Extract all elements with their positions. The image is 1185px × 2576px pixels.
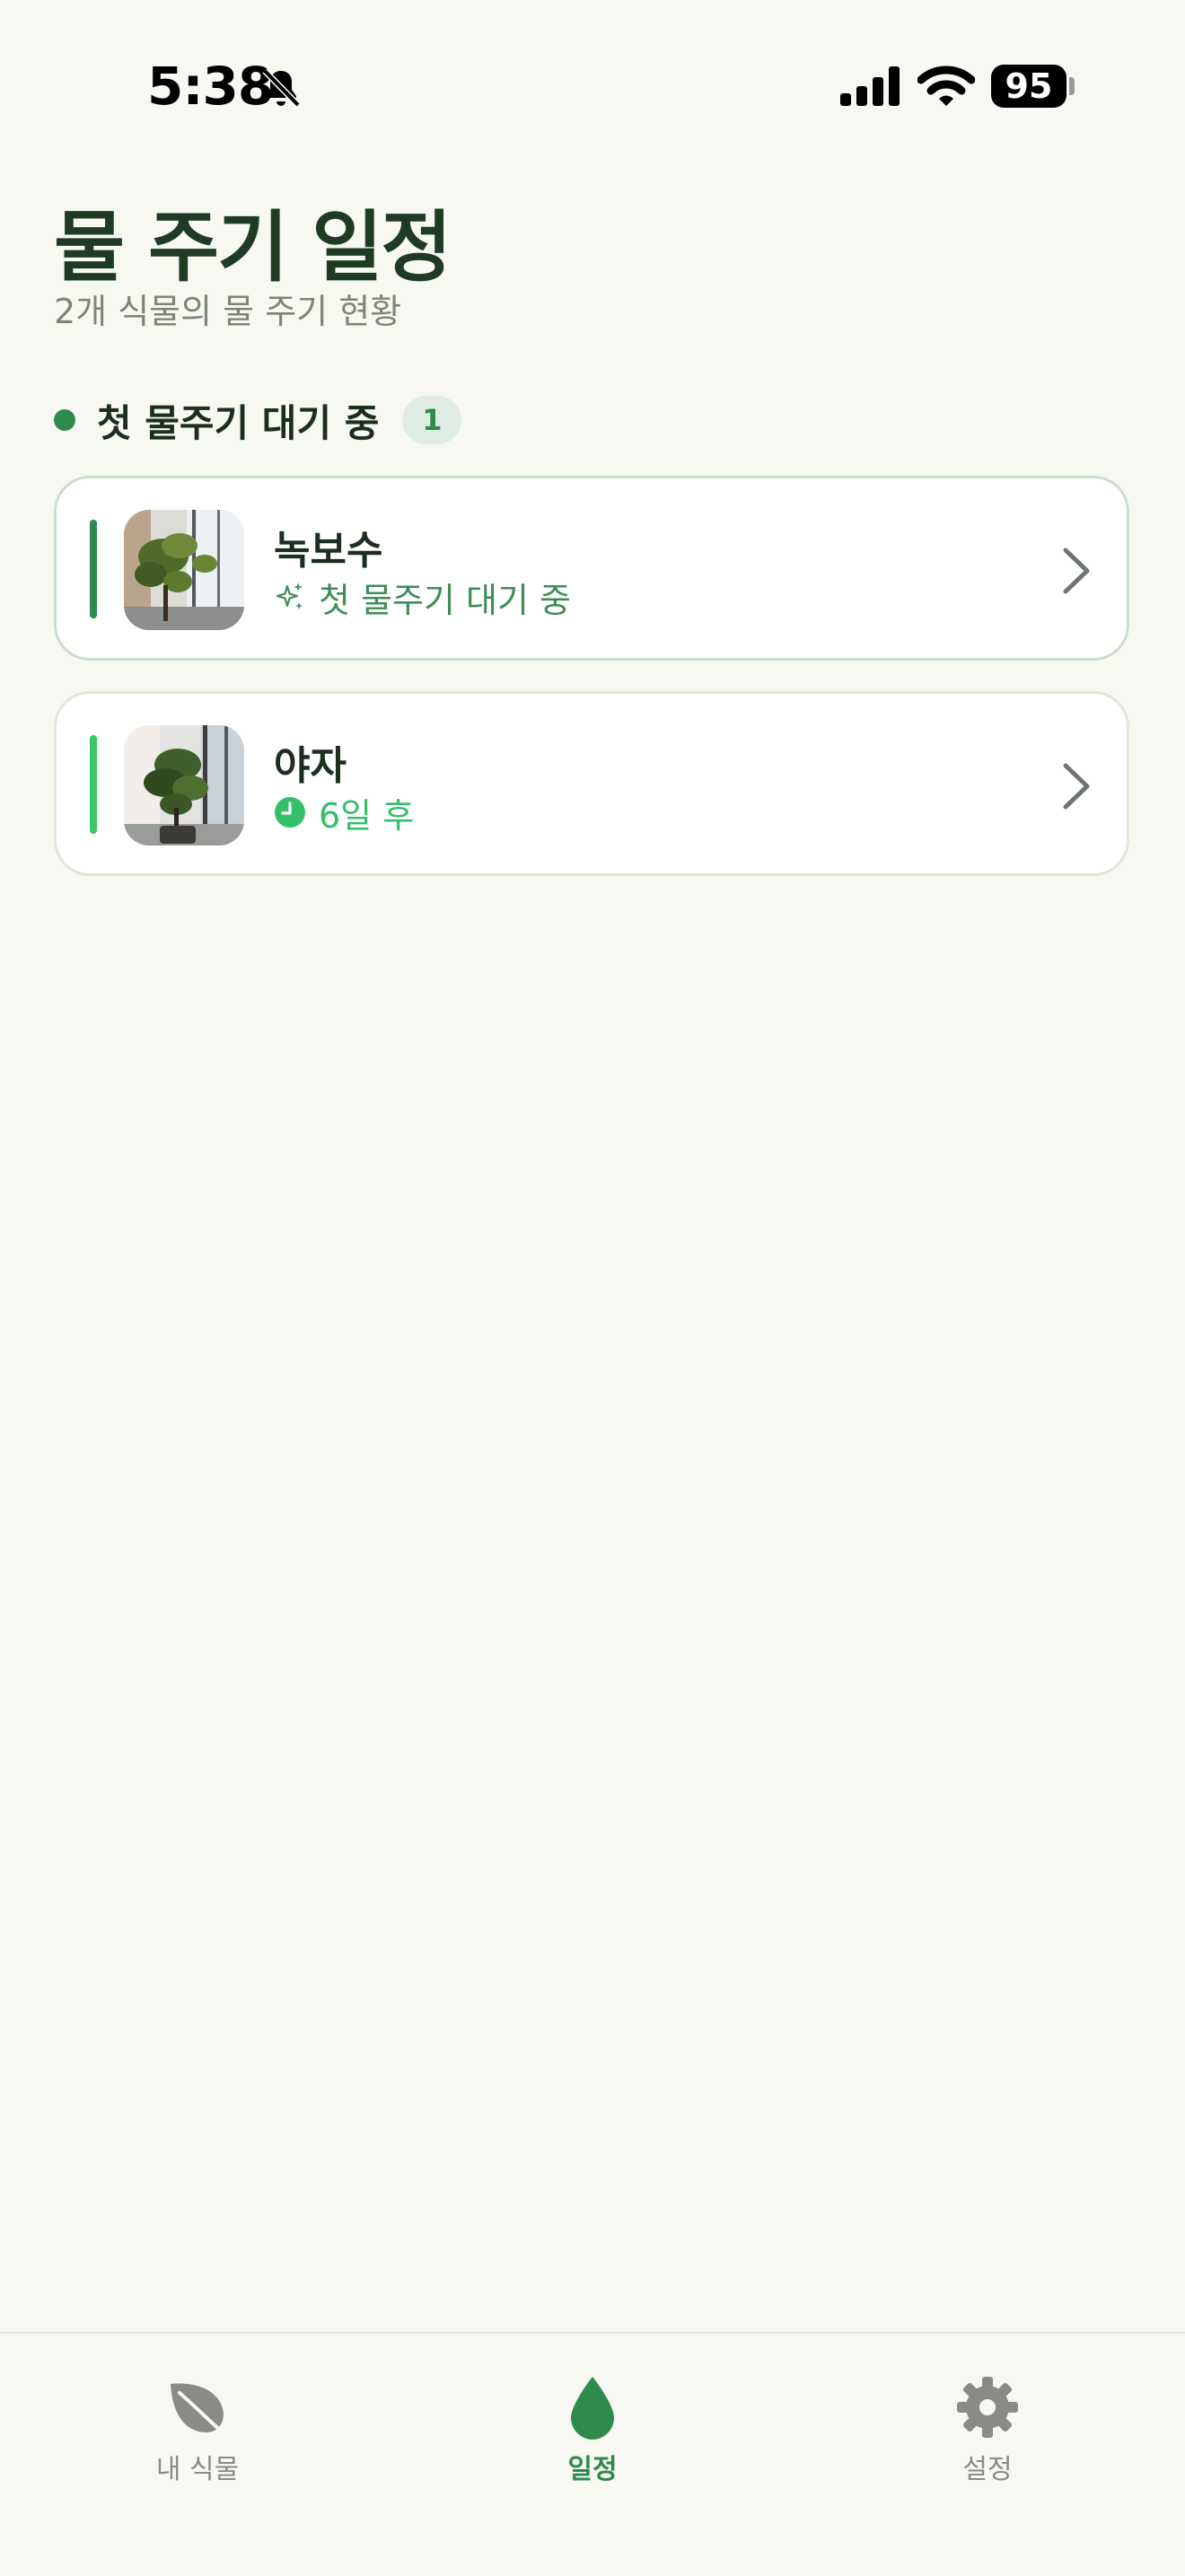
battery-indicator: 95 <box>991 65 1066 108</box>
status-bar: 5:38 95 <box>0 0 1185 171</box>
chevron-right-icon <box>1063 763 1090 810</box>
section-count-badge: 1 <box>402 396 462 444</box>
plant-photo <box>124 725 244 846</box>
leaf-icon <box>171 2383 228 2438</box>
plant-name: 녹보수 <box>274 528 383 574</box>
section-title: 첫 물주기 대기 중 <box>97 400 380 445</box>
gear-icon <box>957 2377 1018 2438</box>
chevron-right-icon <box>1063 548 1090 594</box>
cellular-signal-icon <box>840 66 900 106</box>
tab-schedule[interactable]: 일정 <box>494 2373 691 2486</box>
battery-level: 95 <box>1005 66 1053 106</box>
clock-icon <box>275 797 305 828</box>
tab-label: 설정 <box>962 2454 1013 2485</box>
water-drop-icon <box>571 2377 614 2440</box>
plant-status: 첫 물주기 대기 중 <box>274 575 571 620</box>
page-subtitle: 2개 식물의 물 주기 현황 <box>54 292 402 331</box>
plant-card-yaja[interactable]: 야자 6일 후 <box>54 691 1129 876</box>
page-title: 물 주기 일정 <box>54 203 452 293</box>
section-dot <box>54 409 75 431</box>
section-header: 첫 물주기 대기 중 1 <box>54 391 462 449</box>
card-accent-bar <box>90 520 97 618</box>
tab-bar: 내 식물 일정 설정 <box>0 2332 1185 2576</box>
tab-label: 내 식물 <box>155 2454 240 2485</box>
bell-slash-icon <box>262 68 301 108</box>
plant-status-text: 6일 후 <box>319 795 415 836</box>
plant-status-text: 첫 물주기 대기 중 <box>319 580 571 620</box>
plant-photo <box>124 510 244 630</box>
card-accent-bar <box>90 735 97 834</box>
wifi-icon <box>917 66 975 106</box>
tab-label: 일정 <box>567 2454 618 2485</box>
plant-status: 6일 후 <box>274 791 415 836</box>
plant-card-nokbosu[interactable]: 녹보수 첫 물주기 대기 중 <box>54 476 1129 661</box>
plant-name: 야자 <box>274 743 347 789</box>
battery-tip <box>1069 77 1075 95</box>
tab-my-plants[interactable]: 내 식물 <box>99 2373 296 2486</box>
tab-settings[interactable]: 설정 <box>889 2373 1086 2486</box>
sparkles-icon <box>276 583 303 609</box>
status-time: 5:38 <box>147 56 274 117</box>
